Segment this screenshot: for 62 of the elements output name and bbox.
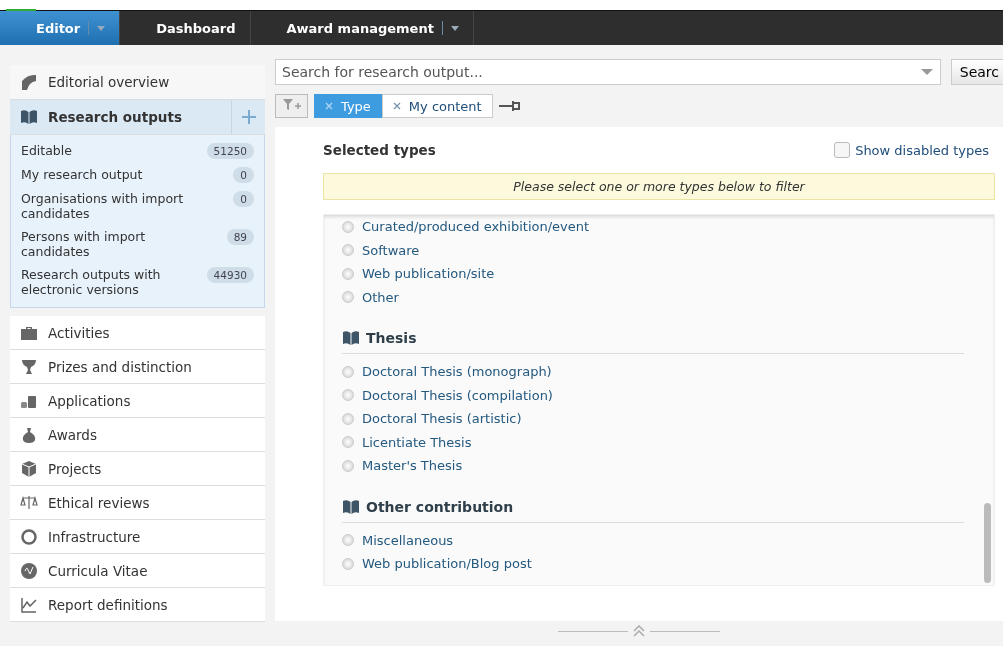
sidebar-item[interactable]: Curricula Vitae [10,554,265,588]
sidebar-item[interactable]: Research outputs [10,100,265,135]
type-option[interactable]: Curated/produced exhibition/event [342,215,590,239]
type-option[interactable]: Software [342,238,420,262]
collapse-icon[interactable] [632,625,646,637]
search-button[interactable]: Searc [950,59,1003,85]
sidebar-item[interactable]: Awards [10,418,265,452]
type-option[interactable]: Doctoral Thesis (monograph) [342,360,552,384]
sidebar-item[interactable]: Editorial overview [10,65,265,100]
group-title: Other contribution [366,498,514,515]
quill-icon [20,73,38,91]
count-badge: 44930 [206,267,254,283]
remove-icon[interactable] [392,102,401,110]
type-option[interactable]: Doctoral Thesis (compilation) [342,383,553,407]
submenu-item[interactable]: Organisations with import candidates [21,191,211,221]
type-option[interactable]: Licentiate Thesis [342,430,472,454]
filter-chip[interactable]: My content [381,94,493,118]
cube-icon [20,459,38,478]
submenu-item[interactable]: Editable [21,143,72,158]
submenu-item[interactable]: Persons with import candidates [21,229,211,259]
line-chart-icon [20,595,38,614]
money-bag-icon [20,425,38,444]
lifebuoy-icon [20,527,38,546]
search-field[interactable]: Search for research output... [275,59,941,85]
type-option[interactable]: Miscellaneous [342,528,454,552]
cv-icon [20,561,38,580]
book-icon [20,108,38,126]
type-option[interactable]: Doctoral Thesis (artistic) [342,407,522,431]
sidebar-item[interactable]: Ethical reviews [10,486,265,520]
sidebar-item[interactable]: Applications [10,384,265,418]
book-icon [342,497,360,516]
pin-icon[interactable] [498,100,521,112]
scales-icon [20,493,38,512]
sidebar-item[interactable]: Prizes and distinction [10,350,265,384]
count-badge: 0 [233,191,254,207]
trophy-icon [20,357,38,376]
group-title: Thesis [366,330,417,346]
sidebar-item[interactable]: Infrastructure [10,520,265,554]
count-badge: 51250 [206,143,254,159]
nav-tab[interactable]: Award management [250,11,474,45]
add-filter-button[interactable] [275,94,308,118]
sidebar-item[interactable]: Report definitions [10,588,265,622]
count-badge: 89 [226,229,254,245]
info-banner: Please select one or more types below to filter [323,173,995,200]
submenu-item[interactable]: Research outputs with electronic versions [21,267,207,297]
plus-icon[interactable] [241,109,256,124]
dropdown-icon[interactable] [920,69,933,75]
nav-tab[interactable]: Dashboard [120,11,251,45]
sidebar-item[interactable]: Activities [10,316,265,350]
caret-icon[interactable] [450,25,459,31]
filter-add-icon[interactable] [281,97,302,112]
scrollbar[interactable] [984,503,991,583]
type-option[interactable]: Master's Thesis [342,454,463,478]
type-option[interactable]: Web publication/site [342,262,495,286]
type-option[interactable]: Web publication/Blog post [342,552,532,576]
section-title: Selected types [323,142,436,158]
sidebar-item[interactable]: Projects [10,452,265,486]
book-icon [342,329,360,347]
type-option[interactable]: Other [342,285,399,309]
nav-tab[interactable]: Editor [0,11,121,45]
submenu-item[interactable]: My research output [21,167,143,182]
count-badge: 0 [233,167,254,183]
